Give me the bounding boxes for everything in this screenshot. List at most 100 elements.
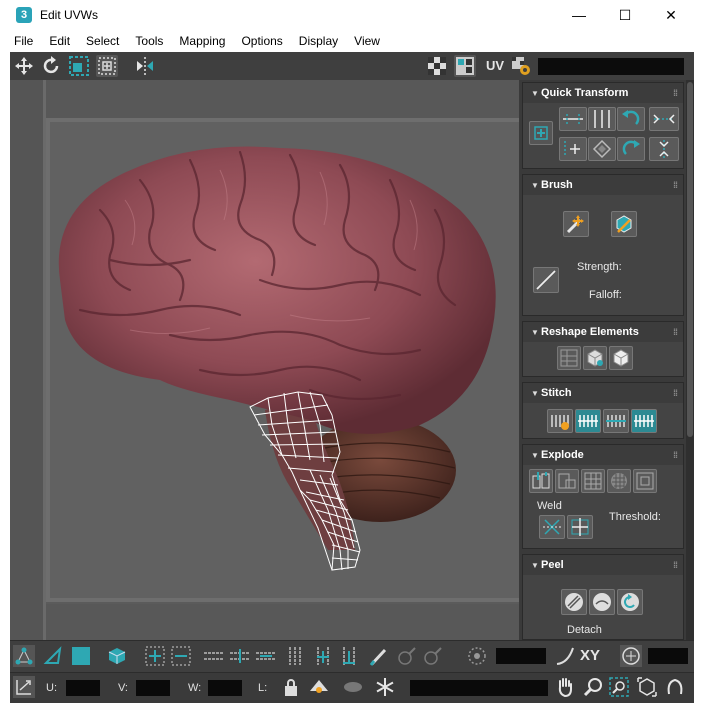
break-button[interactable] <box>529 469 553 493</box>
detach-edge-verts-button[interactable] <box>555 469 579 493</box>
panel-scrollbar[interactable] <box>686 80 694 640</box>
paint-move-button[interactable] <box>563 211 589 237</box>
move-tool-button[interactable] <box>13 55 35 77</box>
collapse-arrow-icon: ▼ <box>531 181 539 190</box>
loop-grow-button[interactable] <box>228 645 252 667</box>
stitch-to-target-button[interactable] <box>575 409 601 433</box>
stitch-average-button[interactable] <box>603 409 629 433</box>
stitch-header[interactable]: ▼ Stitch ⁞⁞ <box>523 383 683 403</box>
soft-selection-value-field[interactable] <box>496 648 546 664</box>
freeze-selection-button[interactable] <box>374 676 396 698</box>
flatten-by-smoothing-button[interactable] <box>607 469 631 493</box>
align-to-edge-button[interactable] <box>559 137 587 161</box>
uv-viewport[interactable] <box>10 80 519 640</box>
loop-shrink-button[interactable] <box>254 645 278 667</box>
v-coordinate-field[interactable] <box>136 680 170 696</box>
close-button[interactable]: ✕ <box>648 0 694 30</box>
menu-mapping[interactable]: Mapping <box>177 30 227 52</box>
ring-button[interactable] <box>284 645 306 667</box>
pivot-button[interactable] <box>529 121 553 145</box>
menu-display[interactable]: Display <box>297 30 340 52</box>
menu-edit[interactable]: Edit <box>47 30 72 52</box>
menu-select[interactable]: Select <box>84 30 121 52</box>
mirror-tool-button[interactable] <box>134 55 156 77</box>
falloff-type-button[interactable] <box>554 645 576 667</box>
flatten-by-polygon-button[interactable] <box>581 469 605 493</box>
brush-header[interactable]: ▼ Brush ⁞⁞ <box>523 175 683 195</box>
grow-selection-button[interactable] <box>144 645 166 667</box>
brush-falloff-button[interactable] <box>533 267 559 293</box>
uv-toggle-button[interactable]: UV <box>484 55 506 77</box>
menu-file[interactable]: File <box>12 30 35 52</box>
stitch-to-source-button[interactable] <box>631 409 657 433</box>
snap-button[interactable] <box>664 676 686 698</box>
peel-mode-button[interactable] <box>589 589 615 615</box>
reset-peel-button[interactable] <box>617 589 643 615</box>
rotate-minus-90-button[interactable] <box>617 137 645 161</box>
straighten-button[interactable] <box>557 346 581 370</box>
texture-checker-button[interactable] <box>454 55 476 77</box>
show-hidden-button[interactable] <box>342 676 364 698</box>
uv-wireframe[interactable] <box>10 80 519 640</box>
explode-header[interactable]: ▼ Explode ⁞⁞ <box>523 445 683 465</box>
ring-shrink-button[interactable] <box>338 645 360 667</box>
relax-settings-button[interactable] <box>609 346 633 370</box>
limit-value-field[interactable] <box>648 648 688 664</box>
zoom-extents-button[interactable] <box>636 676 658 698</box>
minimize-button[interactable]: — <box>556 0 602 30</box>
relax-button[interactable] <box>583 346 607 370</box>
rotate-plus-90-button[interactable] <box>617 107 645 131</box>
flatten-by-material-button[interactable] <box>633 469 657 493</box>
zoom-region-button[interactable] <box>608 676 630 698</box>
w-coordinate-field[interactable] <box>208 680 242 696</box>
panel-scrollbar-thumb[interactable] <box>687 82 693 437</box>
checker-pattern-button[interactable] <box>426 55 448 77</box>
relax-brush-button[interactable] <box>611 211 637 237</box>
weld-threshold-button[interactable] <box>567 515 593 539</box>
shrink-selection-button[interactable] <box>170 645 192 667</box>
paint-grow-button[interactable] <box>396 645 418 667</box>
loop-button[interactable] <box>202 645 226 667</box>
align-to-edge-icon <box>564 141 580 157</box>
paint-select-button[interactable] <box>368 645 390 667</box>
weld-selected-button[interactable] <box>539 515 565 539</box>
edge-mode-button[interactable] <box>42 645 64 667</box>
stitch-custom-button[interactable] <box>547 409 573 433</box>
limit-selection-button[interactable] <box>620 645 642 667</box>
snowflake-icon <box>376 678 394 696</box>
maximize-button[interactable]: ☐ <box>602 0 648 30</box>
freeform-tool-button[interactable] <box>96 55 118 77</box>
pan-button[interactable] <box>554 676 576 698</box>
u-coordinate-field[interactable] <box>66 680 100 696</box>
vertex-mode-button[interactable] <box>13 645 35 667</box>
space-horizontal-button[interactable] <box>649 107 679 131</box>
align-vertical-button[interactable] <box>588 107 616 131</box>
zoom-button[interactable] <box>582 676 604 698</box>
scale-tool-button[interactable] <box>68 55 90 77</box>
settings-button[interactable] <box>510 55 532 77</box>
reshape-elements-header[interactable]: ▼ Reshape Elements ⁞⁞ <box>523 322 683 342</box>
element-mode-button[interactable] <box>106 645 128 667</box>
align-horizontal-button[interactable] <box>559 107 587 131</box>
menu-view[interactable]: View <box>352 30 382 52</box>
falloff-space-button[interactable]: XY <box>580 645 606 667</box>
align-center-button[interactable] <box>588 137 616 161</box>
quick-transform-header[interactable]: ▼ Quick Transform ⁞⁞ <box>523 83 683 103</box>
lock-selection-button[interactable] <box>280 676 302 698</box>
weld-selected-icon <box>571 518 589 536</box>
ring-grow-button[interactable] <box>312 645 334 667</box>
absolute-offset-button[interactable] <box>13 676 35 698</box>
menu-tools[interactable]: Tools <box>133 30 165 52</box>
menu-options[interactable]: Options <box>239 30 284 52</box>
hide-selection-button[interactable] <box>308 676 330 698</box>
paint-shrink-button[interactable] <box>422 645 444 667</box>
rotate-cw-icon <box>622 140 640 155</box>
peel-header[interactable]: ▼ Peel ⁞⁞ <box>523 555 683 575</box>
texture-dropdown[interactable] <box>538 58 684 75</box>
space-vertical-button[interactable] <box>649 137 679 161</box>
rotate-tool-button[interactable] <box>40 55 62 77</box>
quick-peel-button[interactable] <box>561 589 587 615</box>
soft-selection-button[interactable] <box>466 645 488 667</box>
selection-set-dropdown[interactable] <box>410 680 548 696</box>
polygon-mode-button[interactable] <box>70 645 92 667</box>
